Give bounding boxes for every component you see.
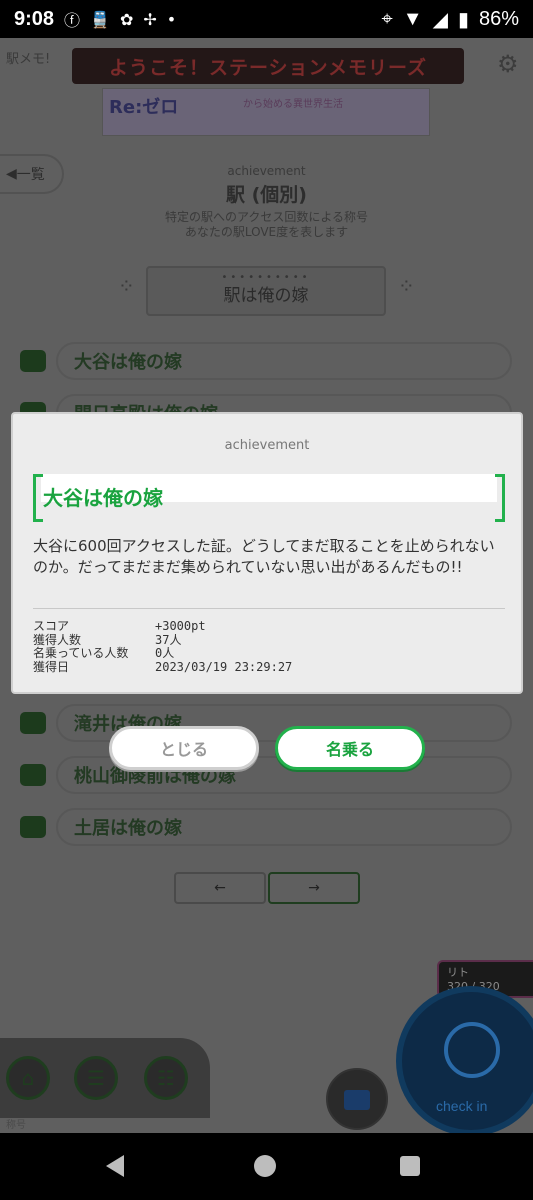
selector-label: 駅は俺の嫁 xyxy=(223,286,309,306)
dialog-label: achievement xyxy=(224,438,310,453)
stat-row: 名乗っている人数 0人 xyxy=(33,646,292,661)
wifi-icon: ▼ xyxy=(402,7,423,30)
nav-home-icon[interactable] xyxy=(254,1155,276,1177)
train-badge-icon xyxy=(20,712,46,734)
bracket-right xyxy=(495,474,505,522)
section-description: 特定の駅へのアクセス回数による称号 あなたの駅LOVE度を表します xyxy=(0,210,533,240)
battery-percent: 86% xyxy=(478,7,519,30)
train-badge-icon xyxy=(20,816,46,838)
signal-icon: ◢ xyxy=(432,8,448,31)
header: 駅メモ! ようこそ！ステーションメモリーズ ⚙ Re:ゼロ から始める異世界生活 xyxy=(0,38,533,138)
description-line: 特定の駅へのアクセス回数による称号 xyxy=(164,210,369,224)
stat-key: 獲得人数 xyxy=(33,632,82,647)
location-icon: ⌖ xyxy=(381,7,393,30)
home-icon[interactable]: ⌂ xyxy=(6,1056,50,1100)
stat-row: スコア +3000pt xyxy=(33,619,292,634)
check-in-label: check in xyxy=(436,1098,488,1114)
pinwheel-icon: ✢ xyxy=(143,9,157,29)
gear-icon[interactable]: ⚙ xyxy=(497,50,523,78)
dialog-title-box: 大谷は俺の嫁 xyxy=(33,474,505,522)
selector-dots: •••••••••• xyxy=(221,272,311,283)
stat-key: 獲得日 xyxy=(33,659,70,674)
promo-banner[interactable]: Re:ゼロ から始める異世界生活 xyxy=(102,88,430,136)
stat-value: +3000pt xyxy=(155,619,206,633)
status-time: 9:08 xyxy=(14,7,55,30)
prev-page-button[interactable]: ← xyxy=(174,872,266,904)
stat-value: 2023/03/19 23:29:27 xyxy=(155,659,293,674)
list-item-label: 大谷は俺の嫁 xyxy=(74,352,182,373)
dialog-title: 大谷は俺の嫁 xyxy=(43,486,163,510)
tab-caption: 称号 xyxy=(6,1120,26,1131)
list-item-label: 土居は俺の嫁 xyxy=(74,818,182,839)
list-item[interactable]: 大谷は俺の嫁 xyxy=(56,342,512,380)
stat-row: 獲得人数 37人 xyxy=(33,632,292,648)
train-icon: 🚆 xyxy=(90,9,110,29)
stat-value: 0人 xyxy=(155,646,175,660)
section-label: achievement xyxy=(227,164,306,178)
marquee-banner: ようこそ！ステーションメモリーズ xyxy=(72,48,464,84)
stat-key: スコア xyxy=(33,619,70,633)
train-badge-icon xyxy=(20,764,46,786)
train-badge-icon xyxy=(20,350,46,372)
close-button[interactable]: とじる xyxy=(109,726,259,770)
briefcase-icon xyxy=(344,1090,370,1110)
list-train-icon[interactable]: ☰ xyxy=(74,1056,118,1100)
app-logo: 駅メモ! xyxy=(6,52,51,67)
stat-key: 名乗っている人数 xyxy=(33,646,129,660)
bracket-left xyxy=(33,474,43,522)
bottom-tabs: ⌂ ☰ ☷ xyxy=(0,1038,210,1118)
section-title: 駅 (個別) xyxy=(226,184,307,206)
description-line: あなたの駅LOVE度を表します xyxy=(184,225,349,239)
check-in-button[interactable]: check in xyxy=(396,986,533,1133)
briefcase-button[interactable] xyxy=(326,1068,388,1130)
arrow-left-icon: ← xyxy=(214,880,226,896)
divider xyxy=(33,608,505,609)
stat-value: 37人 xyxy=(155,632,182,647)
arrow-right-icon: → xyxy=(308,880,320,896)
system-nav-bar xyxy=(0,1133,533,1200)
stat-row: 獲得日 2023/03/19 23:29:27 xyxy=(33,659,293,675)
prev-category-icon[interactable]: ⁘ xyxy=(118,274,135,298)
facebook-icon: ⓕ xyxy=(64,11,81,30)
next-page-button[interactable]: → xyxy=(268,872,360,904)
app-icon: ✿ xyxy=(119,9,134,29)
category-selector[interactable]: •••••••••• 駅は俺の嫁 xyxy=(146,266,386,316)
list-icon[interactable]: ☷ xyxy=(144,1056,188,1100)
status-bar: 9:08 ⓕ 🚆 ✿ ✢ • ⌖ ▼ ◢ ▮ 86% xyxy=(0,0,533,38)
next-category-icon[interactable]: ⁘ xyxy=(398,274,415,298)
banner-title: Re:ゼロ xyxy=(109,97,179,118)
claim-title-button[interactable]: 名乗る xyxy=(275,726,425,770)
banner-subtitle: から始める異世界生活 xyxy=(243,99,343,110)
nav-recents-icon[interactable] xyxy=(400,1156,420,1176)
battery-icon: ▮ xyxy=(457,8,469,31)
notification-icons: ⓕ 🚆 ✿ ✢ • xyxy=(64,7,176,31)
list-item[interactable]: 土居は俺の嫁 xyxy=(56,808,512,846)
dot-icon: • xyxy=(166,9,177,29)
stats-table: スコア +3000pt 獲得人数 37人 名乗っている人数 0人 獲得日 2023/03… xyxy=(33,619,293,675)
achievement-dialog: achievement 大谷は俺の嫁 大谷に600回アクセスした証。どうしてまだ… xyxy=(11,412,523,694)
dialog-description: 大谷に600回アクセスした証。どうしてまだ取ることを止められないのか。だってまだ… xyxy=(33,537,495,576)
checkin-logo-icon xyxy=(444,1022,500,1078)
status-right: ⌖ ▼ ◢ ▮ 86% xyxy=(382,7,520,32)
user-name: リト xyxy=(447,966,469,979)
nav-back-icon[interactable] xyxy=(106,1155,124,1177)
